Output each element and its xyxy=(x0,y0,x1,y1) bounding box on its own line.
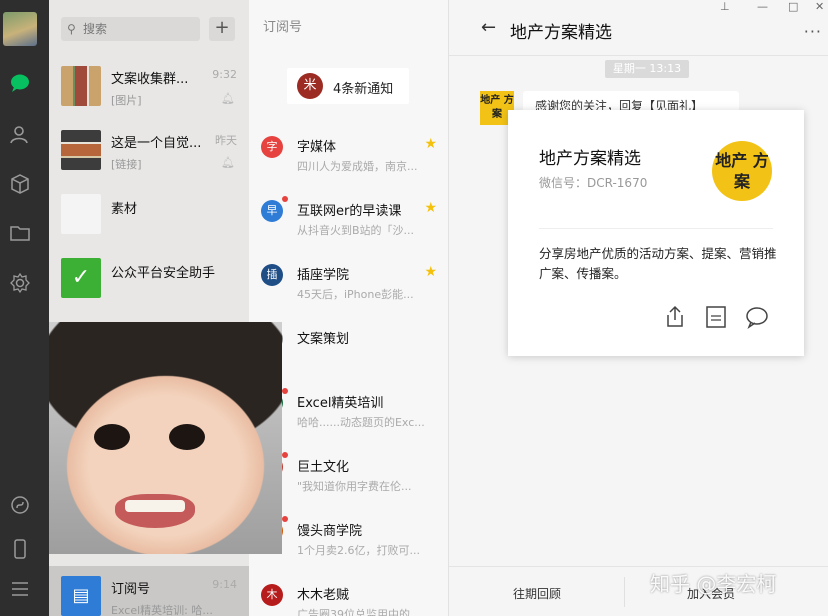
profile-card: 地产方案精选 微信号：DCR-1670 地产 方案 分享房地产优质的活动方案、提… xyxy=(508,110,804,356)
unread-dot xyxy=(282,196,288,202)
chat-item[interactable]: ✓ 公众平台安全助手 xyxy=(49,248,249,312)
subscription-item[interactable]: 早互联网er的早读课 从抖音火到B站的「沙... ★ xyxy=(249,190,448,254)
latest-article: 1个月卖2.6亿，打败可... xyxy=(297,544,420,557)
unread-dot xyxy=(282,516,288,522)
chat-icon[interactable] xyxy=(9,72,31,94)
account-name: 互联网er的早读课 xyxy=(297,204,402,219)
subscription-icon: ▤ xyxy=(61,576,101,616)
account-icon: 木 xyxy=(261,584,283,606)
latest-article: 广告圈39位总监用中的... xyxy=(297,608,421,616)
account-name: 字媒体 xyxy=(297,140,337,155)
menu-divider xyxy=(624,577,625,607)
add-button[interactable]: + xyxy=(209,17,235,41)
material-avatar xyxy=(61,194,101,234)
page-title: 地产方案精选 xyxy=(510,23,612,43)
notice-logo: 米 xyxy=(297,73,323,99)
chat-name: 公众平台安全助手 xyxy=(111,266,216,281)
photo-teeth xyxy=(125,500,185,512)
account-name: 巨土文化 xyxy=(297,460,350,475)
photo-eye xyxy=(169,424,205,450)
chat-item[interactable]: 素材 xyxy=(49,184,249,248)
child-photo xyxy=(49,322,282,554)
box-icon[interactable] xyxy=(9,173,31,195)
account-name: Excel精英培训 xyxy=(297,396,384,411)
message-timestamp: 星期一 13:13 xyxy=(605,60,689,78)
article-list-icon[interactable] xyxy=(703,304,729,330)
sublist-header: 订阅号 xyxy=(263,20,303,35)
group-avatar xyxy=(61,66,101,106)
mute-icon: 🔔︎ xyxy=(221,92,235,105)
account-name: 馒头商学院 xyxy=(297,524,363,539)
latest-article: 45天后，iPhone彭能... xyxy=(297,288,414,301)
latest-article: 哈哈......动态题页的Exc... xyxy=(297,416,425,429)
chat-time: 9:14 xyxy=(212,578,237,591)
account-icon: 早 xyxy=(261,200,283,222)
watermark: 知乎 @李宏柯 xyxy=(650,572,777,596)
star-icon[interactable]: ★ xyxy=(424,136,437,152)
mute-icon: 🔔︎ xyxy=(221,156,235,169)
star-icon[interactable]: ★ xyxy=(424,200,437,216)
share-icon[interactable] xyxy=(662,304,688,330)
unread-dot xyxy=(282,388,288,394)
chat-preview: Excel精英培训: 哈... xyxy=(111,604,213,616)
latest-article: 四川人为爱成婚，南京... xyxy=(297,160,418,173)
card-wechat-id: 微信号：DCR-1670 xyxy=(539,176,648,190)
account-icon: 插 xyxy=(261,264,283,286)
account-name: 文案策划 xyxy=(297,332,350,347)
search-icon: ⚲ xyxy=(67,22,76,36)
miniprogram-icon[interactable] xyxy=(9,494,31,516)
chat-item[interactable]: 这是一个自觉... 昨天 [链接] 🔔︎ xyxy=(49,120,249,184)
titlebar: ← 地产方案精选 ··· xyxy=(449,0,828,56)
chat-time: 昨天 xyxy=(215,134,237,147)
search-placeholder: 搜索 xyxy=(83,22,108,36)
card-description: 分享房地产优质的活动方案、提案、营销推广案、传播案。 xyxy=(539,246,777,281)
notice-text: 4条新通知 xyxy=(333,82,394,97)
contacts-icon[interactable] xyxy=(9,124,31,146)
search-input[interactable]: ⚲ 搜索 xyxy=(61,17,200,41)
more-icon[interactable]: ··· xyxy=(804,22,822,41)
chat-preview: [链接] xyxy=(111,158,142,171)
latest-article: 从抖音火到B站的「沙... xyxy=(297,224,415,237)
chat-item[interactable]: 文案收集群... 9:32 [图片] 🔔︎ xyxy=(49,56,249,120)
phone-icon[interactable] xyxy=(9,538,31,560)
chat-time: 9:32 xyxy=(212,68,237,81)
card-logo: 地产 方案 xyxy=(712,141,772,201)
subscription-item[interactable]: 插插座学院 45天后，iPhone彭能... ★ xyxy=(249,254,448,318)
subscription-item[interactable]: 木木木老贼广告圈39位总监用中的... xyxy=(249,574,448,616)
chat-preview: [图片] xyxy=(111,94,142,107)
account-name: 木木老贼 xyxy=(297,588,350,603)
photo-eye xyxy=(94,424,130,450)
menu-icon[interactable] xyxy=(9,578,31,600)
message-icon[interactable] xyxy=(744,304,770,330)
divider xyxy=(539,228,773,229)
account-icon: 字 xyxy=(261,136,283,158)
card-account-name: 地产方案精选 xyxy=(539,149,641,169)
shield-check-icon: ✓ xyxy=(61,258,101,298)
group-avatar xyxy=(61,130,101,170)
chat-name: 这是一个自觉... xyxy=(111,136,202,151)
chat-name: 订阅号 xyxy=(111,582,151,597)
chat-name: 文案收集群... xyxy=(111,72,189,87)
account-name: 插座学院 xyxy=(297,268,350,283)
chat-name: 素材 xyxy=(111,202,138,217)
history-menu-button[interactable]: 往期回顾 xyxy=(513,585,561,602)
sidebar-rail xyxy=(0,0,49,616)
back-arrow-icon[interactable]: ← xyxy=(481,17,496,38)
folder-icon[interactable] xyxy=(9,222,31,244)
chat-item-subscriptions[interactable]: ▤ 订阅号 9:14 Excel精英培训: 哈... xyxy=(49,566,249,616)
latest-article: "我知道你用字费在伦... xyxy=(297,480,412,493)
subscription-item[interactable]: 字字媒体四川人为爱成婚，南京... ★ xyxy=(249,126,448,190)
new-notice-button[interactable]: 米 4条新通知 xyxy=(287,68,409,104)
unread-dot xyxy=(282,452,288,458)
star-icon[interactable]: ★ xyxy=(424,264,437,280)
settings-icon[interactable] xyxy=(9,272,31,294)
avatar[interactable] xyxy=(3,12,37,46)
